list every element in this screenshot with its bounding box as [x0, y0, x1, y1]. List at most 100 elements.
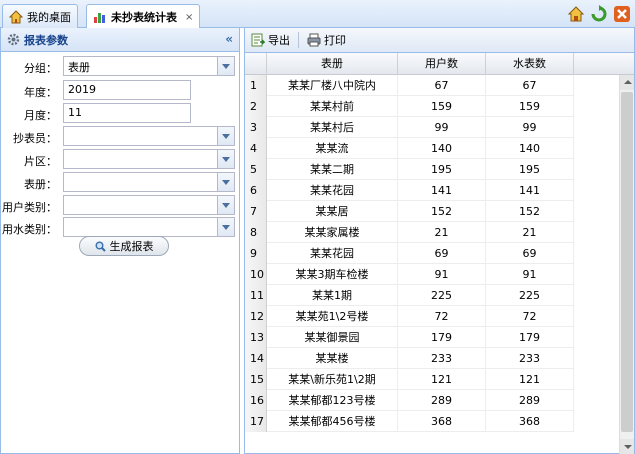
book-cell: 某某二期 [267, 159, 398, 180]
month-input[interactable]: 11 [63, 103, 191, 123]
print-button[interactable]: 打印 [307, 32, 346, 48]
close-icon[interactable]: × [185, 12, 193, 23]
generate-report-label: 生成报表 [109, 240, 154, 253]
meter-count-cell: 140 [486, 138, 574, 159]
meter-count-cell: 179 [486, 327, 574, 348]
table-row[interactable]: 8 某某家属楼 21 21 [245, 222, 574, 243]
year-input[interactable]: 2019 [63, 80, 191, 100]
tab-my-desktop[interactable]: 我的桌面 [2, 4, 78, 28]
header-user-count[interactable]: 用户数 [398, 53, 486, 75]
row-number: 5 [245, 159, 267, 180]
export-icon [251, 33, 266, 47]
table-row[interactable]: 6 某某花园 141 141 [245, 180, 574, 201]
table-row[interactable]: 13 某某御景园 179 179 [245, 327, 574, 348]
book-cell: 某某居 [267, 201, 398, 222]
meter-count-cell: 159 [486, 96, 574, 117]
area-select[interactable] [63, 149, 235, 169]
printer-icon [307, 33, 321, 47]
chevron-down-icon[interactable] [217, 150, 234, 168]
chevron-down-icon[interactable] [217, 127, 234, 145]
chevron-down-icon[interactable] [217, 218, 234, 236]
table-row[interactable]: 4 某某流 140 140 [245, 138, 574, 159]
row-number: 15 [245, 369, 267, 390]
generate-report-button[interactable]: 生成报表 [79, 236, 169, 256]
year-label: 年度： [24, 86, 57, 99]
panel-title: 报表参数 [24, 33, 68, 47]
table-row[interactable]: 7 某某居 152 152 [245, 201, 574, 222]
table-row[interactable]: 10 某某3期车检楼 91 91 [245, 264, 574, 285]
book-cell: 某某3期车检楼 [267, 264, 398, 285]
table-row[interactable]: 16 某某郁都123号楼 289 289 [245, 390, 574, 411]
user-count-cell: 225 [398, 285, 486, 306]
meter-count-cell: 67 [486, 75, 574, 96]
user-count-cell: 121 [398, 369, 486, 390]
book-cell: 某某郁都123号楼 [267, 390, 398, 411]
book-cell: 某某村后 [267, 117, 398, 138]
meter-count-cell: 233 [486, 348, 574, 369]
vertical-scrollbar[interactable] [619, 75, 634, 454]
close-window-icon[interactable] [613, 5, 631, 23]
meter-count-cell: 141 [486, 180, 574, 201]
scroll-up-icon[interactable] [620, 75, 634, 90]
book-cell: 某某流 [267, 138, 398, 159]
row-number: 14 [245, 348, 267, 369]
row-number: 13 [245, 327, 267, 348]
header-book[interactable]: 表册 [267, 53, 398, 75]
row-number: 11 [245, 285, 267, 306]
group-row: 分组： 表册 [1, 56, 241, 78]
book-cell: 某某御景园 [267, 327, 398, 348]
meter-count-cell: 91 [486, 264, 574, 285]
table-row[interactable]: 5 某某二期 195 195 [245, 159, 574, 180]
home-icon[interactable] [567, 5, 585, 23]
table-row[interactable]: 14 某某楼 233 233 [245, 348, 574, 369]
table-row[interactable]: 17 某某郁都456号楼 368 368 [245, 411, 574, 432]
home-icon [8, 9, 24, 24]
meter-count-cell: 72 [486, 306, 574, 327]
user-type-select[interactable] [63, 195, 235, 215]
user-count-cell: 140 [398, 138, 486, 159]
row-number: 10 [245, 264, 267, 285]
user-count-cell: 141 [398, 180, 486, 201]
tab-label: 我的桌面 [27, 10, 71, 24]
report-table: 表册 用户数 水表数 1 某某厂楼八中院内 67 67 2 某某村前 159 159 3 某某村后… [245, 53, 634, 454]
water-type-select[interactable] [63, 217, 235, 237]
book-cell: 某某厂楼八中院内 [267, 75, 398, 96]
row-number: 9 [245, 243, 267, 264]
table-row[interactable]: 2 某某村前 159 159 [245, 96, 574, 117]
table-row[interactable]: 1 某某厂楼八中院内 67 67 [245, 75, 574, 96]
scroll-thumb[interactable] [621, 92, 633, 432]
meter-count-cell: 152 [486, 201, 574, 222]
chevron-down-icon[interactable] [217, 196, 234, 214]
chevron-down-icon[interactable] [217, 173, 234, 191]
user-count-cell: 368 [398, 411, 486, 432]
table-row[interactable]: 11 某某1期 225 225 [245, 285, 574, 306]
row-number: 4 [245, 138, 267, 159]
book-cell: 某某苑1\2号楼 [267, 306, 398, 327]
area-row: 片区： [1, 149, 241, 171]
export-button[interactable]: 导出 [251, 32, 290, 48]
tab-unread-meter-report[interactable]: 未抄表统计表 × [86, 4, 201, 29]
table-row[interactable]: 3 某某村后 99 99 [245, 117, 574, 138]
book-label: 表册： [24, 178, 57, 191]
water-type-label: 用水类别： [2, 223, 57, 236]
collapse-icon[interactable]: « [225, 32, 233, 46]
meter-count-cell: 368 [486, 411, 574, 432]
year-row: 年度： 2019 [1, 80, 241, 102]
book-cell: 某某郁都456号楼 [267, 411, 398, 432]
meter-count-cell: 289 [486, 390, 574, 411]
row-number: 6 [245, 180, 267, 201]
export-label: 导出 [268, 34, 290, 47]
book-select[interactable] [63, 172, 235, 192]
year-value: 2019 [68, 83, 96, 96]
chevron-down-icon[interactable] [217, 57, 234, 75]
table-row[interactable]: 9 某某花园 69 69 [245, 243, 574, 264]
reader-select[interactable] [63, 126, 235, 146]
table-row[interactable]: 12 某某苑1\2号楼 72 72 [245, 306, 574, 327]
group-select[interactable]: 表册 [63, 56, 235, 76]
month-row: 月度： 11 [1, 103, 241, 125]
table-row[interactable]: 15 某某\新乐苑1\2期 121 121 [245, 369, 574, 390]
refresh-icon[interactable] [590, 5, 608, 23]
tab-bar: 我的桌面 未抄表统计表 × [0, 0, 635, 29]
scroll-down-icon[interactable] [620, 439, 634, 454]
header-meter-count[interactable]: 水表数 [486, 53, 574, 75]
